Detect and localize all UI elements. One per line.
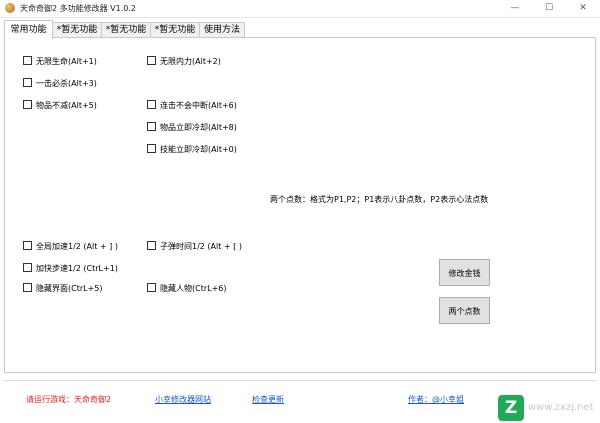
bullet-time-checkbox[interactable]: 子弹时间1/2 (Alt + [ ) (147, 241, 242, 252)
checkbox-label: 加快步速1/2 (CtrL+1) (36, 264, 118, 273)
checkbox-label: 物品不减(Alt+5) (36, 101, 97, 110)
checkbox-label: 物品立即冷却(Alt+8) (160, 123, 237, 132)
checkbox-box[interactable] (23, 283, 32, 292)
website-link[interactable]: 小幸修改器网站 (155, 394, 211, 405)
watermark: Z www.zxzj.net (498, 395, 598, 421)
checkbox-label: 无限生命(Alt+1) (36, 57, 97, 66)
checkbox-box[interactable] (23, 241, 32, 250)
checkbox-label: 全局加速1/2 (Alt + ] ) (36, 242, 118, 251)
checkbox-box[interactable] (147, 100, 156, 109)
window-title: 天命奇御2 多功能修改器 V1.0.2 (20, 4, 137, 13)
checkbox-box[interactable] (147, 283, 156, 292)
modify-points-button[interactable]: 两个点数 (439, 297, 490, 324)
tab-usage[interactable]: 使用方法 (199, 22, 245, 38)
checkbox-label: 连击不会中断(Alt+6) (160, 101, 237, 110)
checkbox-box[interactable] (147, 56, 156, 65)
infinite-mana-checkbox[interactable]: 无限内力(Alt+2) (147, 56, 221, 67)
modify-money-button[interactable]: 修改金钱 (439, 259, 490, 286)
checkbox-box[interactable] (23, 263, 32, 272)
close-button[interactable]: ✕ (566, 0, 600, 17)
checkbox-label: 隐藏人物(CtrL+6) (160, 284, 227, 293)
points-format-note: 两个点数：格式为P1,P2；P1表示八卦点数，P2表示心法点数 (270, 195, 489, 204)
checkbox-box[interactable] (23, 100, 32, 109)
combo-no-break-checkbox[interactable]: 连击不会中断(Alt+6) (147, 100, 237, 111)
tab-placeholder-2[interactable]: *暂无功能 (101, 22, 151, 38)
checkbox-box[interactable] (147, 241, 156, 250)
minimize-button[interactable]: — (498, 0, 532, 17)
watermark-logo-icon: Z (498, 395, 524, 421)
watermark-text: www.zxzj.net (528, 402, 594, 413)
game-status-text: 请运行游戏：天命奇御2 (26, 395, 112, 404)
checkbox-label: 子弹时间1/2 (Alt + [ ) (160, 242, 242, 251)
one-hit-kill-checkbox[interactable]: 一击必杀(Alt+3) (23, 78, 97, 89)
checkbox-label: 技能立即冷却(Alt+0) (160, 145, 237, 154)
items-no-decrease-checkbox[interactable]: 物品不减(Alt+5) (23, 100, 97, 111)
main-panel: 无限生命(Alt+1) 无限内力(Alt+2) 一击必杀(Alt+3) 物品不减… (4, 37, 596, 373)
maximize-button[interactable]: ☐ (532, 0, 566, 17)
checkbox-label: 无限内力(Alt+2) (160, 57, 221, 66)
app-icon (5, 3, 15, 13)
checkbox-box[interactable] (147, 144, 156, 153)
checkbox-label: 一击必杀(Alt+3) (36, 79, 97, 88)
checkbox-box[interactable] (23, 56, 32, 65)
tab-common-functions[interactable]: 常用功能 (4, 20, 53, 39)
checkbox-box[interactable] (23, 78, 32, 87)
checkbox-label: 隐藏界面(CtrL+5) (36, 284, 103, 293)
tab-placeholder-3[interactable]: *暂无功能 (150, 22, 200, 38)
hide-ui-checkbox[interactable]: 隐藏界面(CtrL+5) (23, 283, 103, 294)
skill-instant-cooldown-checkbox[interactable]: 技能立即冷却(Alt+0) (147, 144, 237, 155)
tab-placeholder-1[interactable]: *暂无功能 (52, 22, 102, 38)
walk-speed-checkbox[interactable]: 加快步速1/2 (CtrL+1) (23, 263, 118, 274)
infinite-health-checkbox[interactable]: 无限生命(Alt+1) (23, 56, 97, 67)
author-link[interactable]: 作者：@小幸姐 (408, 394, 464, 405)
check-update-link[interactable]: 检查更新 (252, 394, 284, 405)
item-instant-cooldown-checkbox[interactable]: 物品立即冷却(Alt+8) (147, 122, 237, 133)
title-bar: 天命奇御2 多功能修改器 V1.0.2 — ☐ ✕ (0, 0, 600, 18)
checkbox-box[interactable] (147, 122, 156, 131)
footer-divider (4, 380, 596, 381)
hide-character-checkbox[interactable]: 隐藏人物(CtrL+6) (147, 283, 227, 294)
global-speed-checkbox[interactable]: 全局加速1/2 (Alt + ] ) (23, 241, 118, 252)
